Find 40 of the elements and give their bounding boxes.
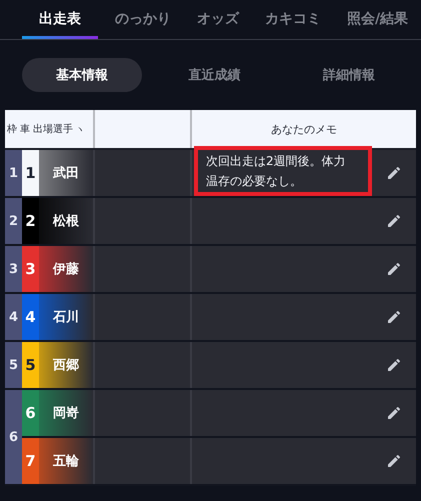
tab[interactable]: カキコミ [256, 0, 330, 39]
pencil-icon[interactable] [386, 165, 402, 181]
pencil-icon[interactable] [386, 357, 402, 373]
car-number: 3 [22, 246, 39, 292]
pencil-icon[interactable] [386, 405, 402, 421]
car-number: 6 [22, 390, 39, 436]
car-number: 7 [22, 438, 39, 484]
segment-tab[interactable]: 詳細情報 [286, 58, 411, 92]
frame-number: 5 [5, 342, 22, 388]
frame-number: 6 [5, 390, 22, 484]
column-header: 車 [20, 122, 30, 136]
frame-number: 4 [5, 294, 22, 340]
column-header: あなたのメモ [271, 122, 337, 136]
player-name: 武田 [39, 150, 93, 196]
car-number: 1 [22, 150, 39, 196]
frame-number: 3 [5, 246, 22, 292]
player-name: 五輪 [39, 438, 93, 484]
tab[interactable]: のっかり [106, 0, 180, 39]
tab[interactable]: 照会/結果 [338, 0, 418, 39]
memo-text: 次回出走は2週間後。体力温存の必要なし。 [206, 153, 347, 190]
player-name: 岡嵜 [39, 390, 93, 436]
column-header: 出場選手 [33, 122, 73, 136]
car-number: 5 [22, 342, 39, 388]
car-number: 2 [22, 198, 39, 244]
tab[interactable]: オッズ [188, 0, 248, 39]
player-name: 西郷 [39, 342, 93, 388]
frame-number: 2 [5, 198, 22, 244]
player-name: 伊藤 [39, 246, 93, 292]
sort-mark[interactable]: ヽ [76, 124, 84, 134]
column-header: 枠 [7, 122, 17, 136]
player-name: 石川 [39, 294, 93, 340]
car-number: 4 [22, 294, 39, 340]
pencil-icon[interactable] [386, 453, 402, 469]
tab[interactable]: 出走表 [22, 0, 98, 39]
pencil-icon[interactable] [386, 309, 402, 325]
pencil-icon[interactable] [386, 213, 402, 229]
frame-number: 1 [5, 150, 22, 196]
segment-tab[interactable]: 基本情報 [22, 58, 142, 92]
pencil-icon[interactable] [386, 261, 402, 277]
segment-tab[interactable]: 直近成績 [152, 58, 276, 92]
